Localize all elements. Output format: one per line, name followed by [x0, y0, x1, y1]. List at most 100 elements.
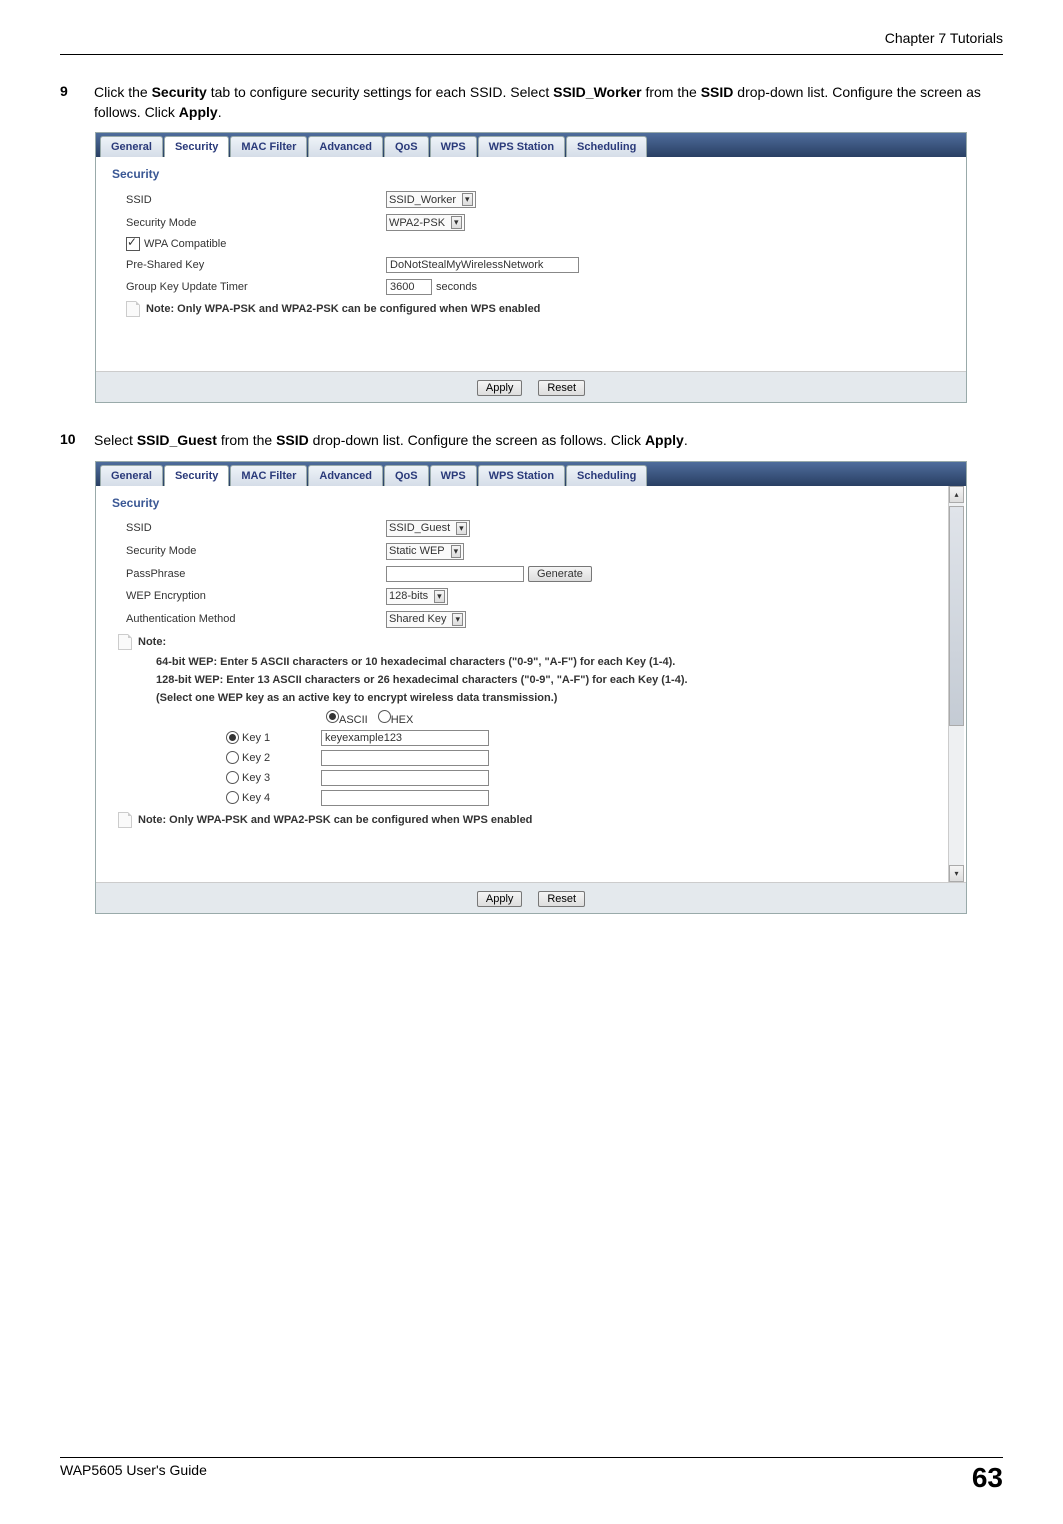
- tab-advanced[interactable]: Advanced: [308, 465, 383, 486]
- passphrase-input[interactable]: [386, 566, 524, 582]
- tab-macfilter[interactable]: MAC Filter: [230, 136, 307, 157]
- text-bold: Security: [152, 84, 207, 100]
- tab-scheduling[interactable]: Scheduling: [566, 465, 647, 486]
- text-bold: SSID: [701, 84, 734, 100]
- tab-wpsstation[interactable]: WPS Station: [478, 136, 565, 157]
- psk-input[interactable]: DoNotStealMyWirelessNetwork: [386, 257, 579, 273]
- timer-input[interactable]: 3600: [386, 279, 432, 295]
- note-label: Note:: [138, 636, 166, 648]
- tab-security[interactable]: Security: [164, 465, 229, 486]
- page-footer: WAP5605 User's Guide 63: [60, 1457, 1003, 1494]
- ssid-label: SSID: [126, 194, 386, 206]
- chevron-down-icon: ▾: [434, 590, 445, 603]
- dropdown-value: SSID_Worker: [389, 194, 456, 206]
- text-bold: SSID_Worker: [553, 84, 641, 100]
- reset-button[interactable]: Reset: [538, 380, 585, 396]
- tab-wpsstation[interactable]: WPS Station: [478, 465, 565, 486]
- panel-footer: Apply Reset: [96, 371, 966, 402]
- tab-qos[interactable]: QoS: [384, 465, 429, 486]
- key3-input[interactable]: [321, 770, 489, 786]
- tab-qos[interactable]: QoS: [384, 136, 429, 157]
- footer-guide: WAP5605 User's Guide: [60, 1462, 207, 1494]
- tab-macfilter[interactable]: MAC Filter: [230, 465, 307, 486]
- apply-button[interactable]: Apply: [477, 891, 523, 907]
- text: .: [218, 104, 222, 120]
- note-icon: [118, 634, 132, 650]
- wep-encryption-dropdown[interactable]: 128-bits ▾: [386, 588, 448, 605]
- tab-scheduling[interactable]: Scheduling: [566, 136, 647, 157]
- step-number: 10: [60, 431, 82, 451]
- text: from the: [217, 432, 276, 448]
- ascii-radio[interactable]: [326, 710, 339, 723]
- tab-general[interactable]: General: [100, 465, 163, 486]
- key4-label: Key 4: [242, 792, 270, 804]
- panel-body: Security SSID SSID_Worker ▾ Security Mod…: [96, 157, 966, 371]
- note-line: 64-bit WEP: Enter 5 ASCII characters or …: [156, 656, 942, 668]
- wpa-compatible-checkbox[interactable]: [126, 237, 140, 251]
- apply-button[interactable]: Apply: [477, 380, 523, 396]
- key4-input[interactable]: [321, 790, 489, 806]
- section-heading: Security: [112, 167, 946, 181]
- text: .: [684, 432, 688, 448]
- chevron-down-icon: ▾: [462, 193, 473, 206]
- security-mode-dropdown[interactable]: WPA2-PSK ▾: [386, 214, 465, 231]
- tab-bar: General Security MAC Filter Advanced QoS…: [96, 462, 966, 486]
- timer-label: Group Key Update Timer: [126, 281, 386, 293]
- text-bold: Apply: [645, 432, 684, 448]
- security-mode-dropdown[interactable]: Static WEP ▾: [386, 543, 464, 560]
- passphrase-label: PassPhrase: [126, 568, 386, 580]
- auth-method-label: Authentication Method: [126, 613, 386, 625]
- key4-radio[interactable]: [226, 791, 239, 804]
- auth-method-dropdown[interactable]: Shared Key ▾: [386, 611, 466, 628]
- generate-button[interactable]: Generate: [528, 566, 592, 582]
- tab-bar: General Security MAC Filter Advanced QoS…: [96, 133, 966, 157]
- security-panel-worker: General Security MAC Filter Advanced QoS…: [95, 132, 967, 403]
- dropdown-value: WPA2-PSK: [389, 217, 445, 229]
- scroll-thumb[interactable]: [949, 506, 964, 726]
- panel-body: Security SSID SSID_Guest ▾ Security Mode…: [96, 486, 966, 882]
- tab-security[interactable]: Security: [164, 136, 229, 157]
- chevron-down-icon: ▾: [451, 545, 462, 558]
- ssid-dropdown[interactable]: SSID_Guest ▾: [386, 520, 470, 537]
- tab-wps[interactable]: WPS: [430, 136, 477, 157]
- text: Select: [94, 432, 137, 448]
- tab-advanced[interactable]: Advanced: [308, 136, 383, 157]
- dropdown-value: Shared Key: [389, 613, 446, 625]
- dropdown-value: SSID_Guest: [389, 522, 450, 534]
- note-icon: [126, 301, 140, 317]
- panel-footer: Apply Reset: [96, 882, 966, 913]
- chapter-header: Chapter 7 Tutorials: [60, 30, 1003, 50]
- scroll-down-icon[interactable]: ▾: [949, 865, 964, 882]
- key2-radio[interactable]: [226, 751, 239, 764]
- dropdown-value: Static WEP: [389, 545, 445, 557]
- reset-button[interactable]: Reset: [538, 891, 585, 907]
- key3-radio[interactable]: [226, 771, 239, 784]
- key3-label: Key 3: [242, 772, 270, 784]
- scroll-up-icon[interactable]: ▴: [949, 486, 964, 503]
- note-line: (Select one WEP key as an active key to …: [156, 692, 942, 704]
- wep-encryption-label: WEP Encryption: [126, 590, 386, 602]
- step-text: Click the Security tab to configure secu…: [94, 83, 1003, 122]
- key2-label: Key 2: [242, 752, 270, 764]
- chevron-down-icon: ▾: [451, 216, 462, 229]
- page-number: 63: [972, 1462, 1003, 1494]
- ssid-dropdown[interactable]: SSID_Worker ▾: [386, 191, 476, 208]
- key1-radio[interactable]: [226, 731, 239, 744]
- header-rule: [60, 54, 1003, 55]
- hex-label: HEX: [391, 714, 414, 726]
- chevron-down-icon: ▾: [452, 613, 463, 626]
- key1-input[interactable]: keyexample123: [321, 730, 489, 746]
- text: from the: [642, 84, 701, 100]
- scrollbar[interactable]: ▴ ▾: [948, 486, 964, 882]
- hex-radio[interactable]: [378, 710, 391, 723]
- wpa-compatible-label: WPA Compatible: [144, 238, 226, 250]
- text-bold: SSID_Guest: [137, 432, 217, 448]
- security-mode-label: Security Mode: [126, 217, 386, 229]
- tab-general[interactable]: General: [100, 136, 163, 157]
- note-line: 128-bit WEP: Enter 13 ASCII characters o…: [156, 674, 942, 686]
- text-bold: SSID: [276, 432, 309, 448]
- key1-label: Key 1: [242, 732, 270, 744]
- key2-input[interactable]: [321, 750, 489, 766]
- tab-wps[interactable]: WPS: [430, 465, 477, 486]
- note-text: Note: Only WPA-PSK and WPA2-PSK can be c…: [138, 814, 532, 826]
